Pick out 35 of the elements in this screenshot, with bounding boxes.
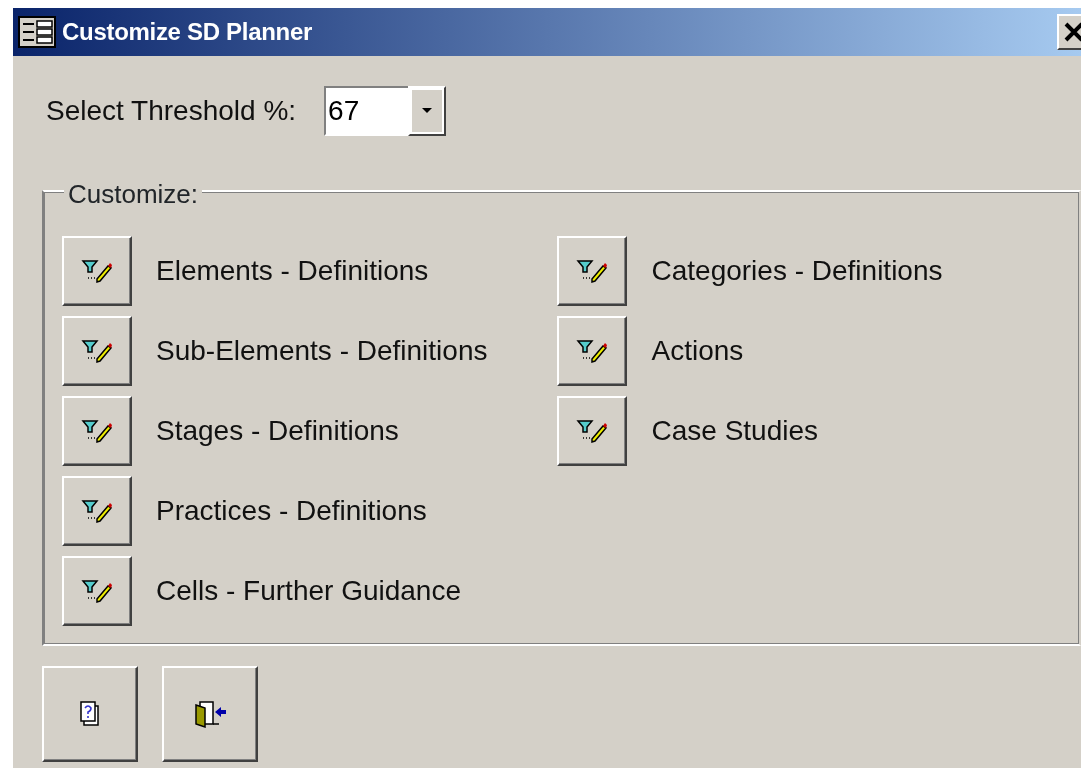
filter-edit-button[interactable] xyxy=(62,476,132,546)
form-icon xyxy=(18,16,56,48)
option-label: Elements - Definitions xyxy=(156,254,429,288)
exit-button[interactable] xyxy=(162,666,258,762)
help-document-icon xyxy=(80,701,100,727)
filter-pencil-icon xyxy=(81,418,113,444)
filter-pencil-icon xyxy=(576,258,609,284)
close-button[interactable] xyxy=(1057,14,1081,50)
filter-edit-button[interactable] xyxy=(62,556,132,626)
filter-pencil-icon xyxy=(81,258,113,284)
option-label: Categories - Definitions xyxy=(651,254,943,288)
option-label: Practices - Definitions xyxy=(156,494,427,528)
option-label: Case Studies xyxy=(651,414,819,448)
help-button[interactable] xyxy=(42,666,138,762)
dropdown-button[interactable] xyxy=(408,86,447,136)
option-label: Stages - Definitions xyxy=(156,414,399,448)
door-arrow-icon xyxy=(193,700,227,728)
option-label: Sub-Elements - Definitions xyxy=(156,334,488,368)
threshold-label: Select Threshold %: xyxy=(46,94,297,128)
option-label: Cells - Further Guidance xyxy=(156,574,461,608)
filter-pencil-icon xyxy=(81,498,113,524)
window-title: Customize SD Planner xyxy=(62,17,313,47)
filter-pencil-icon xyxy=(81,338,113,364)
filter-edit-button[interactable] xyxy=(557,316,628,386)
filter-edit-button[interactable] xyxy=(62,236,132,306)
caret-icon xyxy=(422,108,433,114)
filter-edit-button[interactable] xyxy=(62,396,132,466)
filter-pencil-icon xyxy=(576,418,609,444)
filter-edit-button[interactable] xyxy=(557,396,628,466)
threshold-field[interactable]: 67 xyxy=(324,86,409,136)
filter-pencil-icon xyxy=(576,338,609,364)
filter-edit-button[interactable] xyxy=(557,236,628,306)
filter-pencil-icon xyxy=(81,578,113,604)
filter-edit-button[interactable] xyxy=(62,316,132,386)
option-label: Actions xyxy=(651,334,744,368)
